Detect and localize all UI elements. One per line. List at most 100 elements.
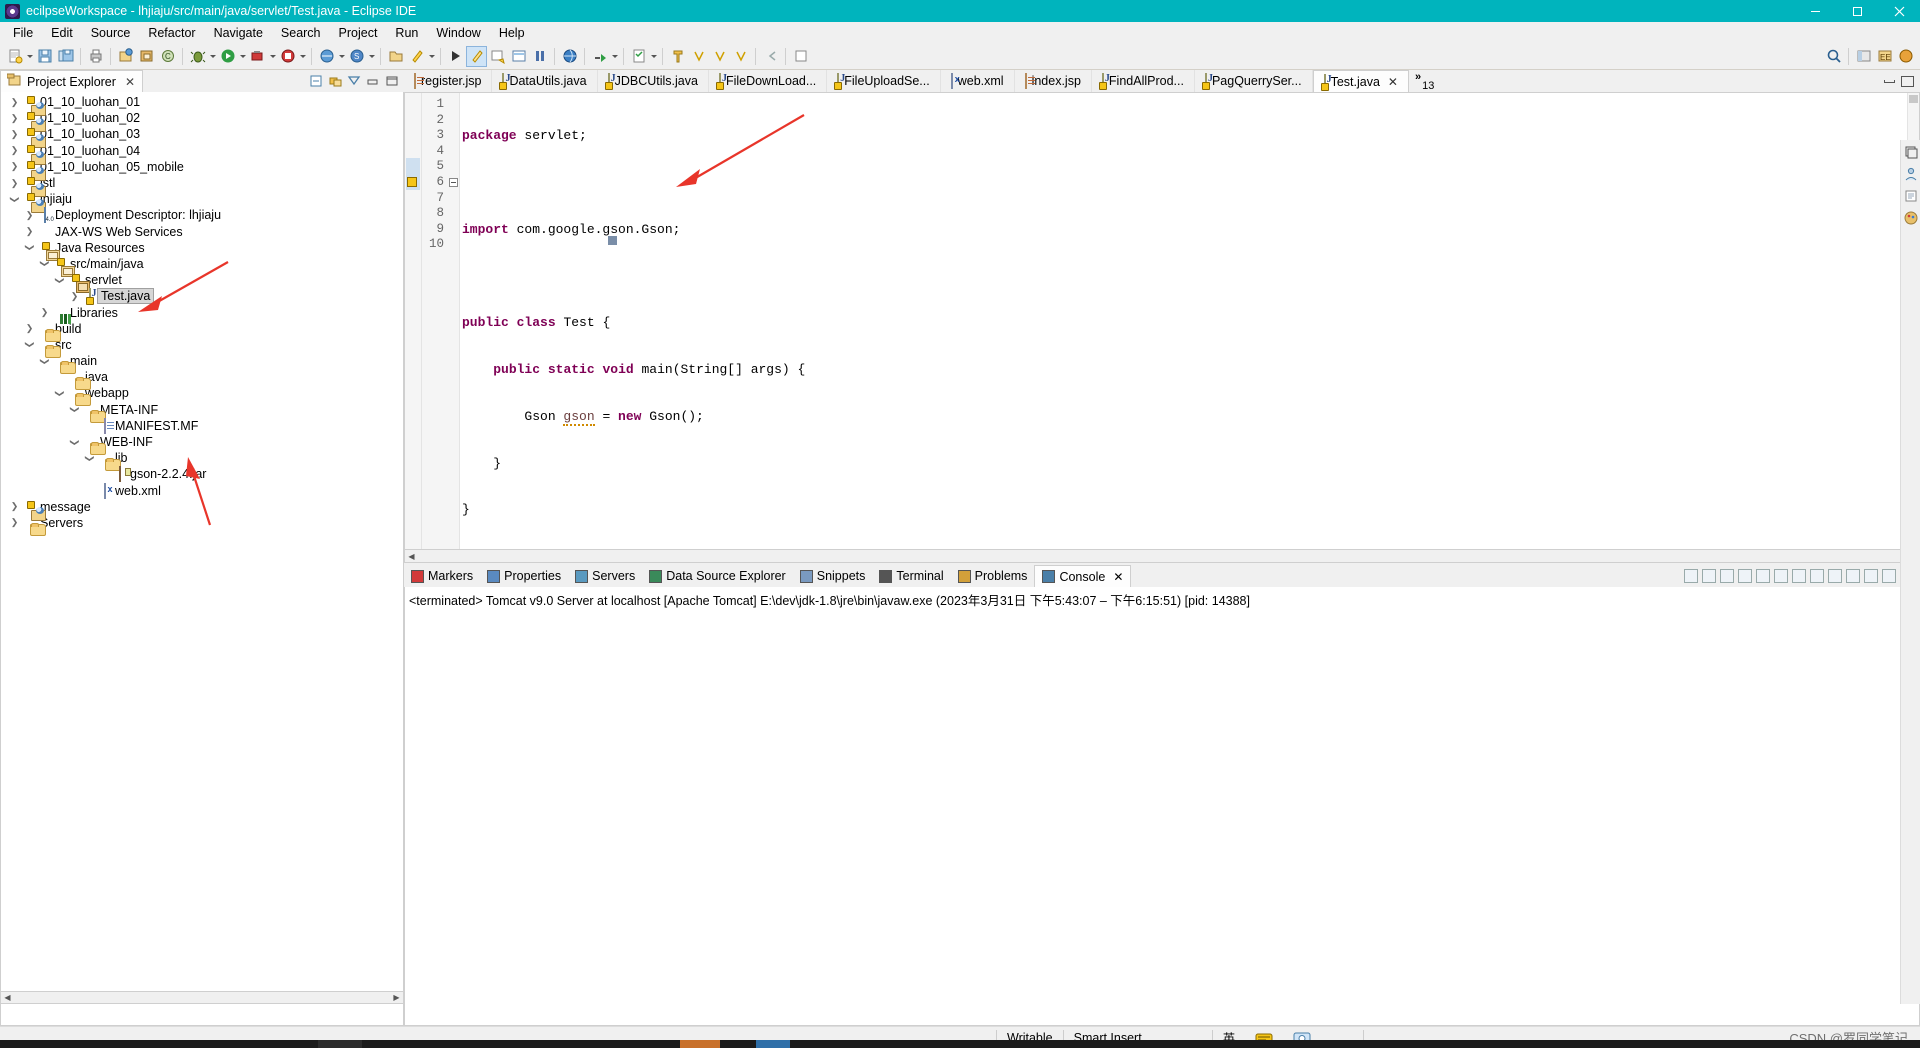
tree-item-jax-ws-web-services[interactable]: ❯ JAX-WS Web Services: [1, 224, 403, 240]
chevron-right-icon[interactable]: ❯: [8, 517, 21, 528]
console-view-menu-icon[interactable]: [1864, 569, 1878, 583]
last-edit-location-icon[interactable]: [466, 45, 487, 67]
console-tab-data-source-explorer[interactable]: Data Source Explorer: [642, 565, 793, 587]
debug-icon[interactable]: [187, 46, 208, 67]
editor-tab-filedownload[interactable]: FileDownLoad...: [709, 70, 828, 92]
view-menu-icon[interactable]: [346, 73, 362, 89]
editor-tab-index-jsp[interactable]: index.jsp: [1015, 70, 1092, 92]
console-terminate-icon[interactable]: [1684, 569, 1698, 583]
tree-item-01-10-luohan-04[interactable]: ❯ 01_10_luohan_04: [1, 143, 403, 159]
save-all-icon[interactable]: [55, 46, 76, 67]
console-tab-snippets[interactable]: Snippets: [793, 565, 873, 587]
editor-tab-jdbcutils-java[interactable]: JDBCUtils.java: [598, 70, 709, 92]
console-tab-problems[interactable]: Problems: [951, 565, 1035, 587]
quick-fix-icon[interactable]: [406, 46, 427, 67]
run-server-icon[interactable]: [277, 46, 298, 67]
chevron-right-icon[interactable]: ❯: [8, 161, 21, 172]
new-package-icon[interactable]: [136, 46, 157, 67]
chevron-right-icon[interactable]: ❯: [8, 145, 21, 156]
console-new-icon[interactable]: [1846, 569, 1860, 583]
chevron-right-icon[interactable]: ❯: [8, 113, 21, 124]
minimize-view-icon[interactable]: [365, 73, 381, 89]
tree-item-deployment-descriptor-lhjiaju[interactable]: ❯Deployment Descriptor: lhjiaju: [1, 207, 403, 224]
console-scroll-lock-icon[interactable]: [1756, 569, 1770, 583]
chevron-right-icon[interactable]: ❯: [38, 307, 51, 318]
menu-run[interactable]: Run: [386, 24, 427, 42]
next-annotation-icon[interactable]: [487, 46, 508, 67]
tree-item-lib[interactable]: ❯ lib: [1, 450, 403, 466]
tree-item-web-inf[interactable]: ❯ WEB-INF: [1, 434, 403, 450]
external-tools-dropdown-icon[interactable]: [268, 46, 277, 67]
open-perspective-icon[interactable]: [790, 46, 811, 67]
editor-hscrollbar[interactable]: ◀ ▶: [404, 550, 1920, 563]
collapse-all-icon[interactable]: [308, 73, 324, 89]
editor-tab-findallprod[interactable]: FindAllProd...: [1092, 70, 1195, 92]
tree-item-gson-2-2-4-jar[interactable]: gson-2.2.4.jar: [1, 466, 403, 483]
maximize-view-icon[interactable]: [384, 73, 400, 89]
close-icon[interactable]: ✕: [1388, 75, 1398, 89]
folding-ruler[interactable]: [448, 93, 460, 549]
console-remove-icon[interactable]: [1702, 569, 1716, 583]
chevron-down-icon[interactable]: ❯: [69, 436, 80, 449]
menu-source[interactable]: Source: [82, 24, 140, 42]
tree-item-src-main-java[interactable]: ❯ src/main/java: [1, 256, 403, 272]
tree-item-lhjiaju[interactable]: ❯ lhjiaju: [1, 191, 403, 207]
open-type-icon[interactable]: S: [346, 46, 367, 67]
link-with-editor-icon[interactable]: [327, 73, 343, 89]
chevron-right-icon[interactable]: ❯: [8, 129, 21, 140]
chevron-down-icon[interactable]: ❯: [54, 387, 65, 400]
editor-tab-datautils-java[interactable]: DataUtils.java: [492, 70, 598, 92]
search-toolbar-icon[interactable]: [445, 46, 466, 67]
menu-help[interactable]: Help: [490, 24, 534, 42]
console-open-icon[interactable]: [1828, 569, 1842, 583]
scroll-right-icon[interactable]: ▶: [390, 993, 403, 1002]
java-ee-perspective-icon[interactable]: EE: [1874, 46, 1895, 67]
tree-item-message[interactable]: ❯ message: [1, 499, 403, 515]
console-tab-terminal[interactable]: Terminal: [872, 565, 950, 587]
run-dropdown-icon[interactable]: [238, 46, 247, 67]
marker-bar[interactable]: [405, 93, 422, 549]
next-annotation-3-icon[interactable]: [730, 46, 751, 67]
editor-tab-web-xml[interactable]: web.xml: [941, 70, 1015, 92]
tree-item-servlet[interactable]: ❯ servlet: [1, 272, 403, 288]
chevron-down-icon[interactable]: ❯: [84, 452, 95, 465]
menu-file[interactable]: File: [4, 24, 42, 42]
maximize-button[interactable]: [1836, 0, 1878, 22]
back-nav-icon[interactable]: [760, 46, 781, 67]
step-dropdown-icon[interactable]: [610, 46, 619, 67]
prev-annotation-icon[interactable]: [688, 46, 709, 67]
editor-tab-test-java[interactable]: Test.java ✕: [1312, 70, 1409, 92]
close-icon[interactable]: ✕: [1113, 570, 1123, 584]
tree-item-src[interactable]: ❯ src: [1, 337, 403, 353]
project-tree[interactable]: ❯ 01_10_luohan_01 ❯ 01_10_luohan_02 ❯ 01_10_l…: [0, 92, 404, 1026]
scroll-left-icon[interactable]: ◀: [1, 993, 14, 1002]
open-perspective-button[interactable]: [1853, 46, 1874, 67]
editor-tab-pagquerryser[interactable]: PagQuerrySer...: [1195, 70, 1313, 92]
tree-item-java-resources[interactable]: ❯ Java Resources: [1, 240, 403, 256]
chevron-down-icon[interactable]: ❯: [69, 403, 80, 416]
menu-navigate[interactable]: Navigate: [205, 24, 272, 42]
new-class-icon[interactable]: C: [157, 46, 178, 67]
chevron-right-icon[interactable]: ❯: [8, 97, 21, 108]
chevron-down-icon[interactable]: ❯: [24, 241, 35, 254]
code-editor[interactable]: 1 2 3 4 5 6 7 8 9 10 package servlet; import com.…: [404, 93, 1920, 550]
tree-item-manifest-mf[interactable]: MANIFEST.MF: [1, 417, 403, 434]
editor-tab-fileuploadse[interactable]: FileUploadSe...: [827, 70, 941, 92]
menu-search[interactable]: Search: [272, 24, 330, 42]
tree-item-01-10-luohan-03[interactable]: ❯ 01_10_luohan_03: [1, 126, 403, 142]
tree-item-01-10-luohan-01[interactable]: ❯ 01_10_luohan_01: [1, 94, 403, 110]
tree-item-servers[interactable]: ❯ Servers: [1, 515, 403, 531]
tree-item-01-10-luohan-02[interactable]: ❯ 01_10_luohan_02: [1, 110, 403, 126]
close-icon[interactable]: ✕: [125, 75, 135, 89]
source-code[interactable]: package servlet; import com.google.gson.…: [460, 93, 1919, 549]
console-pin-icon[interactable]: [1792, 569, 1806, 583]
tree-item-meta-inf[interactable]: ❯ META-INF: [1, 402, 403, 418]
tree-item-jstl[interactable]: ❯ jstl: [1, 175, 403, 191]
tree-item-libraries[interactable]: ❯ Libraries: [1, 304, 403, 320]
console-display-selected-icon[interactable]: [1810, 569, 1824, 583]
open-type-dropdown-icon[interactable]: [367, 46, 376, 67]
console-tab-console[interactable]: Console ✕: [1034, 565, 1132, 587]
console-clear-icon[interactable]: [1738, 569, 1752, 583]
chevron-down-icon[interactable]: ❯: [24, 338, 35, 351]
console-tab-properties[interactable]: Properties: [480, 565, 568, 587]
